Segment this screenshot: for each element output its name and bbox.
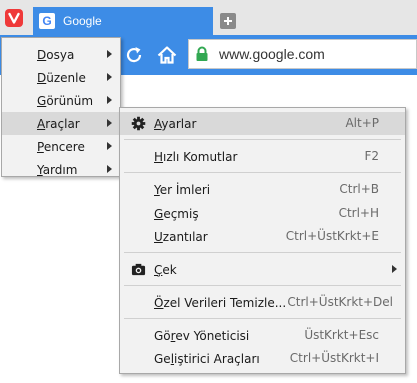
chevron-right-icon [107,73,112,81]
menu-label: Araçlar [37,116,80,131]
shortcut-label: Alt+P [345,116,379,130]
home-button[interactable] [155,43,179,67]
chevron-right-icon [107,165,112,173]
address-bar[interactable]: www.google.com [188,39,417,69]
menu-label: Düzenle [37,70,86,85]
menu-label: Uzantılar [154,229,208,244]
menu-item-file[interactable]: Dosya [2,43,120,66]
menu-item-bookmarks[interactable]: Yer İmleri Ctrl+B [120,178,405,201]
menu-item-task-manager[interactable]: Görev Yöneticisi ÜstKrkt+Esc [120,324,405,347]
chevron-right-icon [392,265,397,273]
vivaldi-logo-icon [8,12,20,24]
menu-label: Özel Verileri Temizle... [154,295,287,310]
url-text: www.google.com [219,46,325,62]
shortcut-label: Ctrl+H [338,206,379,220]
menu-label: Ayarlar [154,116,197,131]
menu-separator [124,139,401,140]
menu-item-history[interactable]: Geçmiş Ctrl+H [120,202,405,225]
menu-item-developer-tools[interactable]: Geliştirici Araçları Ctrl+ÜstKrkt+I [120,347,405,370]
shortcut-label: Ctrl+B [339,182,379,196]
menu-label: Geliştirici Araçları [154,351,260,366]
menu-label: Pencere [37,139,85,154]
menu-item-view[interactable]: Görünüm [2,89,120,112]
plus-icon [224,17,232,25]
menu-label: Görev Yöneticisi [154,328,250,343]
menu-label: Çek [154,262,177,277]
reload-button[interactable] [122,43,146,67]
menu-label: Yardım [37,162,78,177]
menu-separator [124,252,401,253]
menu-item-extensions[interactable]: Uzantılar Ctrl+ÜstKrkt+E [120,225,405,248]
menu-separator [124,285,401,286]
tab-bar: G Google [0,0,417,35]
shortcut-label: Ctrl+ÜstKrkt+E [285,229,379,243]
menu-item-window[interactable]: Pencere [2,135,120,158]
shortcut-label: F2 [364,149,379,163]
shortcut-label: Ctrl+ÜstKrkt+I [289,351,379,365]
home-icon [157,46,177,64]
new-tab-button[interactable] [220,13,236,29]
tab-title: Google [63,14,102,28]
menu-item-tools[interactable]: Araçlar [2,112,120,135]
main-menu: Dosya Düzenle Görünüm Araçlar Pencere Ya… [1,37,121,177]
reload-icon [126,47,142,63]
tab-google[interactable]: G Google [33,7,213,35]
google-favicon-icon: G [39,13,55,29]
tools-submenu: Ayarlar Alt+P Hızlı Komutlar F2 Yer İmle… [119,107,406,374]
menu-label: Dosya [37,47,75,62]
menu-item-edit[interactable]: Düzenle [2,66,120,89]
menu-label: Görünüm [37,93,94,108]
camera-icon [131,263,146,276]
chevron-right-icon [107,50,112,58]
menu-separator [124,318,401,319]
vivaldi-menu-button[interactable] [5,9,23,27]
gear-icon [131,116,146,131]
shortcut-label: Ctrl+ÜstKrkt+Del [287,295,393,309]
menu-label: Geçmiş [154,206,199,221]
chevron-right-icon [107,96,112,104]
menu-item-help[interactable]: Yardım [2,158,120,181]
chevron-right-icon [107,142,112,150]
lock-icon [196,46,208,61]
menu-item-clear-private-data[interactable]: Özel Verileri Temizle... Ctrl+ÜstKrkt+De… [120,291,405,314]
chevron-right-icon [107,119,112,127]
menu-item-capture[interactable]: Çek [120,258,405,281]
menu-separator [124,172,401,173]
menu-item-settings[interactable]: Ayarlar Alt+P [120,112,405,135]
menu-item-quick-commands[interactable]: Hızlı Komutlar F2 [120,145,405,168]
menu-label: Yer İmleri [154,182,211,197]
shortcut-label: ÜstKrkt+Esc [304,328,379,342]
menu-label: Hızlı Komutlar [154,149,238,164]
